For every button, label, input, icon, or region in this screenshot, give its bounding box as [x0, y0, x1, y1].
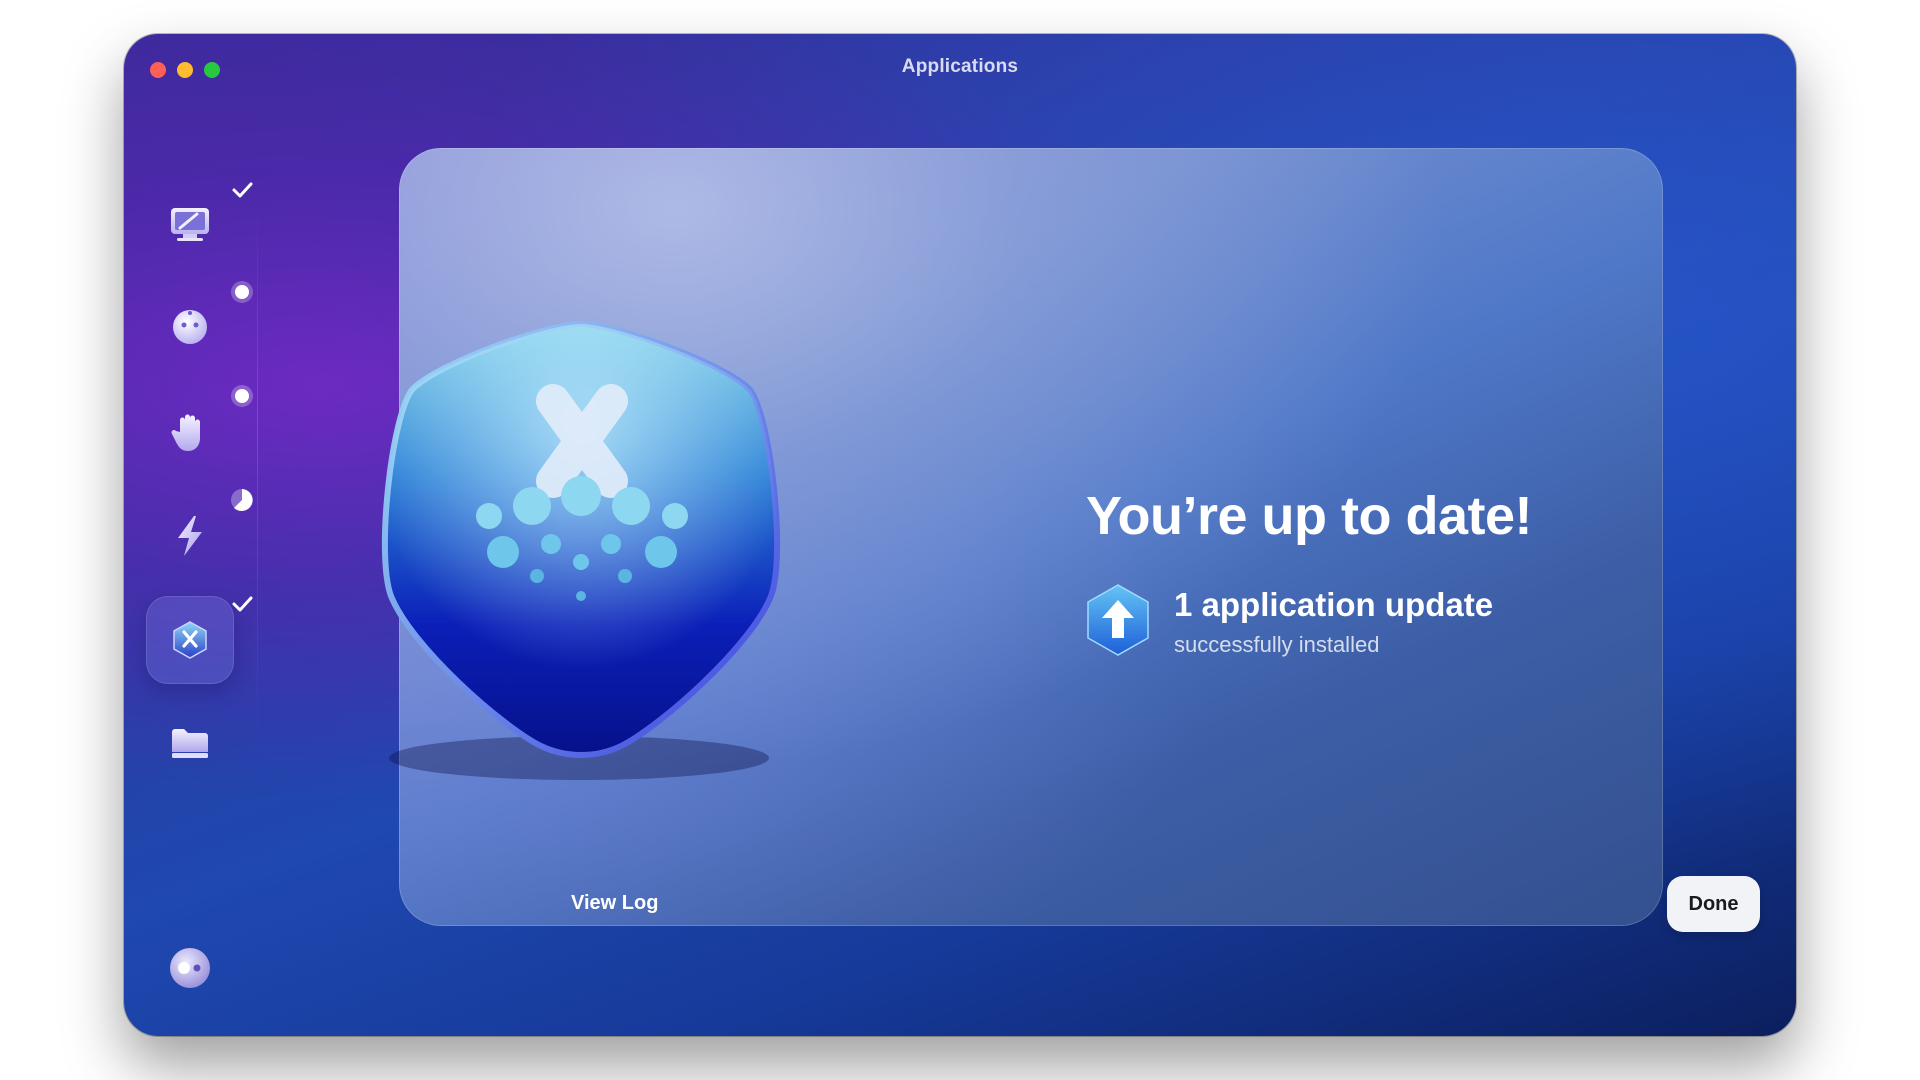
app-window: Applications You’re up to date! 1 applic…	[124, 34, 1796, 1036]
privacy-icon	[170, 410, 210, 454]
sidebar-item-speed[interactable]	[146, 489, 253, 580]
system-junk-icon	[167, 204, 213, 244]
checkmark-icon	[230, 592, 254, 616]
window-title: Applications	[901, 56, 1019, 77]
pending-dot-icon	[230, 384, 254, 408]
update-arrow-icon	[1084, 582, 1152, 658]
applications-hero-icon	[331, 296, 831, 786]
assistant-toggle-icon	[168, 946, 212, 990]
pending-dot-icon	[230, 280, 254, 304]
sidebar-item-protection[interactable]	[146, 281, 253, 372]
sidebar-item-privacy[interactable]	[146, 385, 253, 476]
protection-icon	[170, 307, 210, 349]
update-text: 1 application update successfully instal…	[1174, 582, 1493, 658]
sidebar-divider	[257, 194, 258, 754]
sidebar-item-cleanup[interactable]	[146, 180, 253, 268]
status-headline: You’re up to date!	[1086, 486, 1533, 546]
update-count: 1 application update	[1174, 586, 1494, 623]
sidebar	[124, 34, 257, 1036]
speed-icon	[172, 514, 208, 558]
applications-icon	[170, 619, 210, 661]
assistant-button[interactable]	[146, 924, 234, 1012]
progress-pie-icon	[230, 488, 254, 512]
update-status: successfully installed	[1174, 632, 1380, 657]
done-button[interactable]: Done	[1667, 876, 1760, 932]
files-icon	[169, 726, 211, 762]
checkmark-icon	[230, 178, 254, 202]
sidebar-item-applications[interactable]	[146, 596, 253, 684]
update-summary: 1 application update successfully instal…	[1084, 582, 1493, 658]
view-log-link[interactable]: View Log	[571, 892, 658, 915]
sidebar-item-files[interactable]	[146, 700, 234, 788]
screen: Applications You’re up to date! 1 applic…	[0, 0, 1920, 1080]
